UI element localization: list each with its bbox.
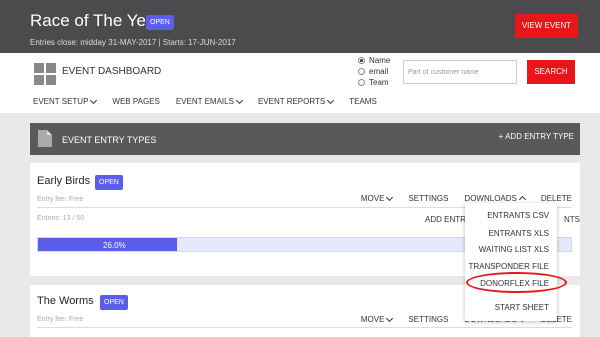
entry-types-bar: EVENT ENTRY TYPES + ADD ENTRY TYPE xyxy=(30,123,580,155)
status-badge: OPEN xyxy=(95,175,123,190)
radio-icon[interactable] xyxy=(358,68,365,75)
entries-count: Entries: 13 / 50 xyxy=(37,215,85,222)
search-type-radios: Name email Team xyxy=(358,55,390,88)
status-badge: OPEN xyxy=(100,295,128,310)
menu-event-reports[interactable]: EVENT REPORTS xyxy=(258,96,335,106)
radio-icon[interactable] xyxy=(358,79,365,86)
card-actions: MOVE SETTINGS DOWNLOADS DELETE xyxy=(345,193,572,204)
menu-item-entrants-xls[interactable]: ENTRANTS XLS xyxy=(489,229,549,238)
menu-teams[interactable]: TEAMS xyxy=(349,97,377,106)
radio-email[interactable]: email xyxy=(358,66,390,77)
add-entry-type-button[interactable]: + ADD ENTRY TYPE xyxy=(499,132,574,141)
chevron-down-icon xyxy=(386,193,394,201)
menu-event-emails[interactable]: EVENT EMAILS xyxy=(176,96,243,106)
settings-button[interactable]: SETTINGS xyxy=(408,315,448,324)
event-menu: EVENT SETUP WEB PAGES EVENT EMAILS EVENT… xyxy=(33,96,393,106)
entrants-link[interactable]: NTS xyxy=(564,215,580,224)
menu-item-transponder-file[interactable]: TRANSPONDER FILE xyxy=(469,262,549,271)
chevron-up-icon xyxy=(518,195,526,204)
dashboard-grid-icon xyxy=(34,63,56,85)
delete-button[interactable]: DELETE xyxy=(541,194,572,203)
move-button[interactable]: MOVE xyxy=(361,314,394,324)
menu-item-start-sheet[interactable]: START SHEET xyxy=(495,303,549,312)
dashboard-nav: EVENT DASHBOARD Name email Team SEARCH E… xyxy=(0,53,600,113)
divider xyxy=(37,327,572,328)
view-event-button[interactable]: VIEW EVENT xyxy=(515,14,578,38)
entry-type-name: Early Birds xyxy=(37,175,91,187)
radio-name[interactable]: Name xyxy=(358,55,390,66)
downloads-button[interactable]: DOWNLOADS xyxy=(464,194,526,204)
status-badge: OPEN xyxy=(146,15,174,30)
chevron-down-icon xyxy=(386,314,394,322)
menu-item-entrants-csv[interactable]: ENTRANTS CSV xyxy=(487,211,549,220)
menu-web-pages[interactable]: WEB PAGES xyxy=(112,97,159,106)
event-title: Race of The Year xyxy=(30,11,162,30)
menu-event-setup[interactable]: EVENT SETUP xyxy=(33,96,98,106)
section-title: EVENT ENTRY TYPES xyxy=(62,135,157,145)
move-button[interactable]: MOVE xyxy=(361,193,394,203)
chevron-down-icon xyxy=(90,96,98,104)
chevron-down-icon xyxy=(327,96,335,104)
add-entry-button[interactable]: ADD ENTR xyxy=(425,215,466,224)
entry-fee: Entry fee: Free xyxy=(37,196,84,203)
highlight-annotation xyxy=(466,272,567,293)
downloads-menu: ENTRANTS CSV ENTRANTS XLS WAITING LIST X… xyxy=(465,203,557,321)
menu-item-waiting-list-xls[interactable]: WAITING LIST XLS xyxy=(479,245,549,254)
settings-button[interactable]: SETTINGS xyxy=(408,194,448,203)
radio-team[interactable]: Team xyxy=(358,77,390,88)
document-icon xyxy=(38,130,52,147)
entry-fee: Entry fee: Free xyxy=(37,316,84,323)
search-button[interactable]: SEARCH xyxy=(527,60,575,84)
progress-label: 26.0% xyxy=(103,241,126,250)
chevron-down-icon xyxy=(235,96,243,104)
event-header: Race of The Year OPEN Entries close: mid… xyxy=(0,0,600,53)
entries-info: Entries close: midday 31-MAY-2017 | Star… xyxy=(30,38,236,47)
page-title: EVENT DASHBOARD xyxy=(62,66,162,77)
radio-selected-icon[interactable] xyxy=(358,57,365,64)
entry-type-name: The Worms xyxy=(37,295,94,307)
search-input[interactable] xyxy=(403,60,517,84)
